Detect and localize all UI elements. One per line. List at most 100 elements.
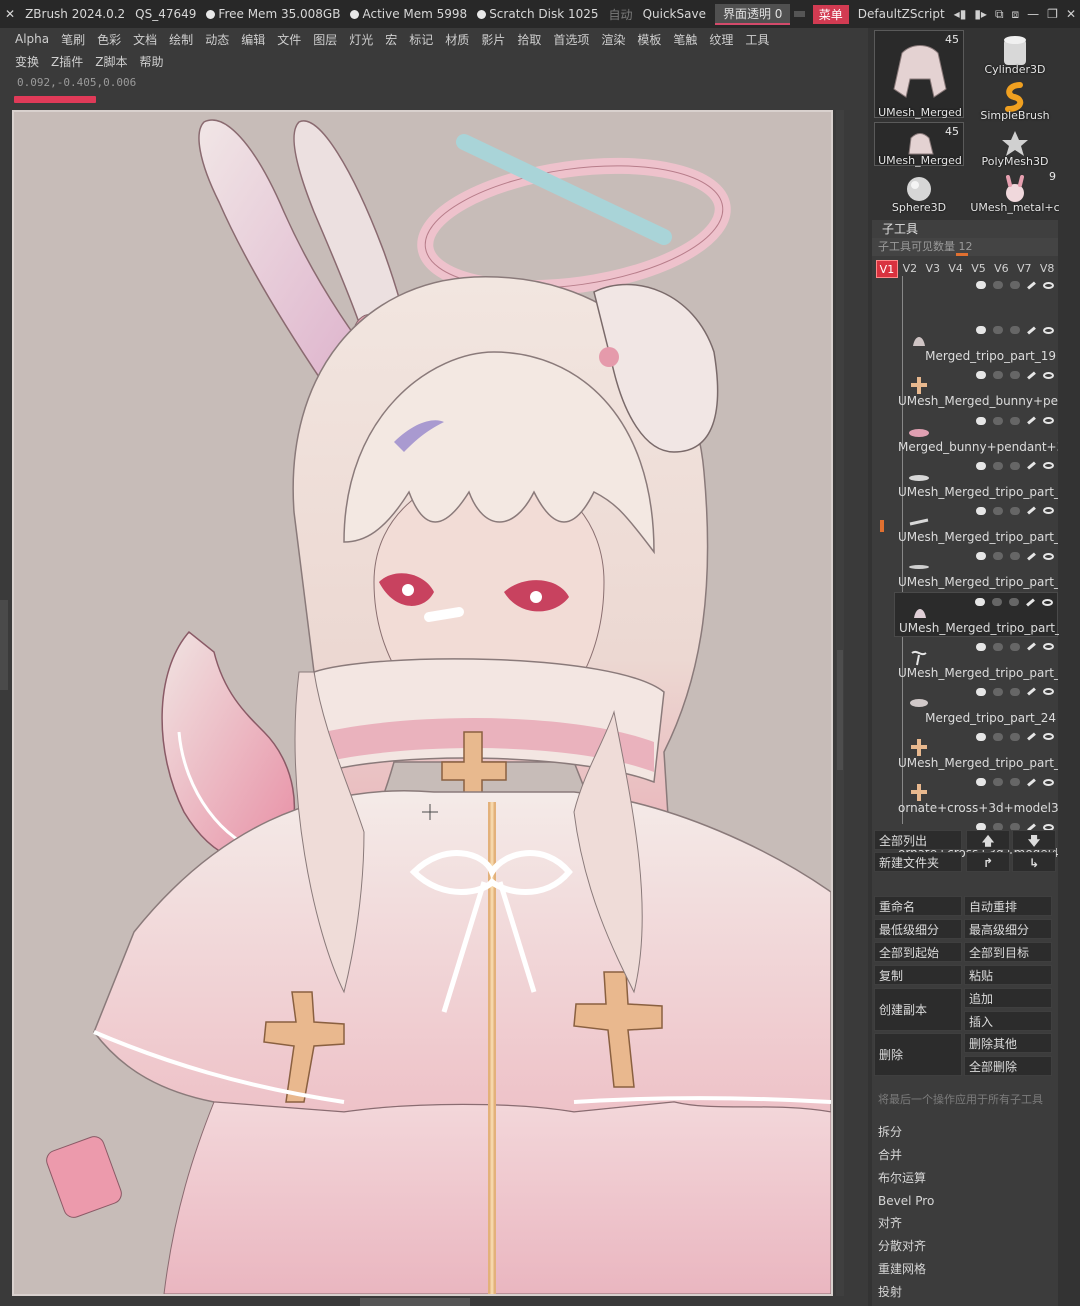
mask-icon[interactable]: [1010, 687, 1020, 696]
toggle-icon[interactable]: [976, 371, 986, 380]
eye-icon[interactable]: [1043, 507, 1054, 515]
menu-item-4[interactable]: 文档: [127, 31, 163, 48]
menu-item-13[interactable]: 材质: [439, 31, 475, 48]
mask-icon[interactable]: [1010, 461, 1020, 470]
auto-reorder-button[interactable]: 自动重排: [964, 896, 1052, 916]
mask-icon[interactable]: [1010, 326, 1020, 335]
tool-sphere3d[interactable]: Sphere3D: [874, 168, 964, 214]
duplicate-button[interactable]: 创建副本: [874, 988, 962, 1031]
polypaint-icon[interactable]: [993, 732, 1003, 741]
transparency-slider[interactable]: 界面透明 0: [714, 3, 791, 25]
polypaint-icon[interactable]: [993, 371, 1003, 380]
polypaint-icon[interactable]: [993, 461, 1003, 470]
tool-cylinder3d[interactable]: Cylinder3D: [970, 30, 1060, 76]
tool-polymesh3d[interactable]: PolyMesh3D: [970, 122, 1060, 168]
menu-item-19[interactable]: 笔触: [667, 31, 703, 48]
highest-subdiv-button[interactable]: 最高级细分: [964, 919, 1052, 939]
rename-button[interactable]: 重命名: [874, 896, 962, 916]
mask-icon[interactable]: [1009, 598, 1019, 607]
minimize-icon[interactable]: —: [1023, 7, 1043, 21]
eye-icon[interactable]: [1043, 417, 1054, 425]
document-canvas[interactable]: [12, 110, 833, 1296]
delete-all-button[interactable]: 全部删除: [964, 1056, 1052, 1076]
menu-item-1[interactable]: 变换: [9, 53, 45, 70]
menu-item-1[interactable]: Alpha: [9, 32, 55, 46]
menu-item-2[interactable]: Z插件: [45, 53, 89, 70]
quicksave-button[interactable]: QuickSave: [638, 7, 711, 21]
mask-icon[interactable]: [1010, 732, 1020, 741]
menu-item-8[interactable]: 文件: [271, 31, 307, 48]
eye-icon[interactable]: [1043, 281, 1054, 289]
boolean-button[interactable]: 布尔运算: [878, 1168, 926, 1188]
mask-icon[interactable]: [1010, 778, 1020, 787]
menu-item-7[interactable]: 编辑: [235, 31, 271, 48]
polypaint-icon[interactable]: [993, 687, 1003, 696]
polypaint-icon[interactable]: [993, 642, 1003, 651]
toggle-icon[interactable]: [976, 326, 986, 335]
subtool-item[interactable]: Merged_tripo_part_19: [894, 321, 1058, 366]
distribute-button[interactable]: 分散对齐: [878, 1236, 926, 1256]
tool-umesh-metal[interactable]: 9 UMesh_metal+c: [970, 168, 1060, 214]
subtool-row[interactable]: UMesh_Merged_tripo_part_2: [894, 502, 1058, 547]
merge-button[interactable]: 合并: [878, 1145, 902, 1165]
right-tray-handle[interactable]: [837, 650, 843, 770]
append-button[interactable]: 追加: [964, 988, 1052, 1008]
edit-icon[interactable]: [1027, 732, 1036, 741]
menu-item-5[interactable]: 绘制: [163, 31, 199, 48]
eye-icon[interactable]: [1043, 371, 1054, 379]
count-slider-thumb[interactable]: [956, 253, 968, 256]
edit-icon[interactable]: [1027, 778, 1036, 787]
layout2-icon[interactable]: ⧈: [1008, 7, 1024, 22]
bevel-pro-button[interactable]: Bevel Pro: [878, 1191, 934, 1211]
subtool-scrollbar[interactable]: [880, 520, 884, 532]
sculpt-viewport[interactable]: [14, 112, 831, 1294]
edit-icon[interactable]: [1027, 642, 1036, 651]
subtool-row[interactable]: Merged_tripo_part_24: [894, 683, 1058, 728]
subtool-title[interactable]: 子工具: [872, 220, 1058, 238]
subtool-item[interactable]: UMesh_Merged_tripo_part_3: [894, 547, 1058, 592]
subtool-item[interactable]: UMesh_Merged_tripo_part_2: [894, 457, 1058, 502]
menu-item-3[interactable]: Z脚本: [89, 53, 133, 70]
left-tray-handle[interactable]: [0, 600, 8, 690]
default-zscript-button[interactable]: DefaultZScript: [853, 7, 950, 21]
tray-right-icon[interactable]: ▮▸: [970, 7, 991, 21]
edit-icon[interactable]: [1027, 280, 1036, 290]
toggle-icon[interactable]: [976, 687, 986, 696]
menu-item-3[interactable]: 色彩: [91, 31, 127, 48]
all-to-target-button[interactable]: 全部到目标: [964, 942, 1052, 962]
subtool-item[interactable]: Merged_bunny+pendant+3d+n: [894, 412, 1058, 457]
paste-button[interactable]: 粘贴: [964, 965, 1052, 985]
mask-icon[interactable]: [1010, 416, 1020, 425]
polypaint-icon[interactable]: [993, 416, 1003, 425]
move-folder-up-button[interactable]: ↱: [966, 852, 1010, 872]
edit-icon[interactable]: [1027, 506, 1036, 515]
mask-icon[interactable]: [1010, 552, 1020, 561]
subtool-row[interactable]: UMesh_Merged_tripo_part_2: [894, 457, 1058, 502]
align-button[interactable]: 对齐: [878, 1213, 902, 1233]
restore-icon[interactable]: ❐: [1043, 7, 1062, 21]
mask-icon[interactable]: [1010, 281, 1020, 289]
polypaint-icon[interactable]: [993, 552, 1003, 561]
subtool-row[interactable]: UMesh_Merged_tripo_part_3: [894, 547, 1058, 592]
menu-button[interactable]: 菜单: [812, 4, 849, 24]
subtool-item[interactable]: UMesh_Merged_tripo_part_4: [894, 638, 1058, 683]
list-all-button[interactable]: 全部列出: [874, 830, 962, 850]
eye-icon[interactable]: [1043, 462, 1054, 470]
subtool-item[interactable]: UMesh_Merged_bunny+penda: [894, 366, 1058, 411]
toggle-icon[interactable]: [976, 552, 986, 561]
subtool-item[interactable]: UMesh_Merged_tripo_part_2: [894, 502, 1058, 547]
layout-icon[interactable]: ⧉: [991, 7, 1008, 22]
project-button[interactable]: 投射: [878, 1282, 902, 1302]
tool-umesh-merged[interactable]: 45 UMesh_Merged: [874, 30, 964, 119]
tray-left-icon[interactable]: ◂▮: [950, 7, 971, 21]
subtool-row[interactable]: [894, 276, 1058, 321]
move-up-button[interactable]: 🡅: [966, 830, 1010, 850]
edit-icon[interactable]: [1027, 552, 1036, 561]
edit-icon[interactable]: [1027, 461, 1036, 470]
menu-item-15[interactable]: 拾取: [511, 31, 547, 48]
delete-other-button[interactable]: 删除其他: [964, 1033, 1052, 1053]
eye-icon[interactable]: [1042, 598, 1053, 606]
mask-icon[interactable]: [1010, 506, 1020, 515]
subtool-item[interactable]: UMesh_Merged_tripo_part_4: [894, 592, 1059, 638]
subtool-visible-count[interactable]: 子工具可见数量 12: [872, 238, 1058, 256]
